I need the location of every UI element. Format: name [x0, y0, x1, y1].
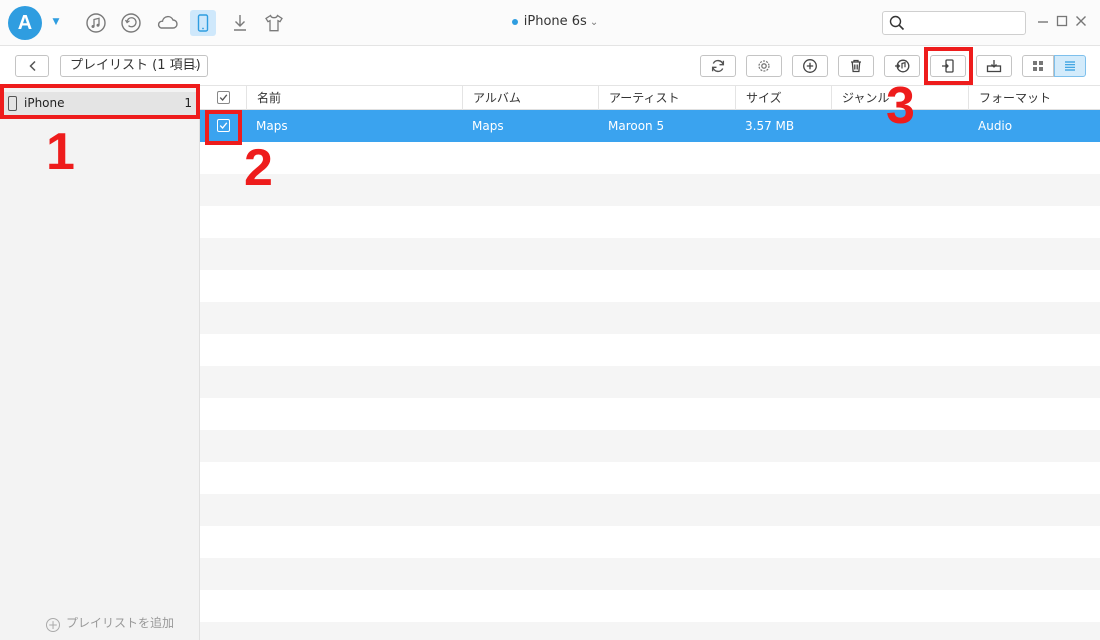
device-selector[interactable]: iPhone 6s ⌄ — [480, 14, 630, 29]
annotation-box-1 — [0, 84, 200, 119]
annotation-number-3: 3 — [886, 77, 915, 135]
to-computer-icon — [986, 60, 1002, 73]
device-connected-dot — [511, 18, 518, 25]
back-button[interactable] — [15, 55, 49, 77]
minimize-icon[interactable] — [1036, 14, 1050, 28]
select-all-checkbox[interactable] — [217, 91, 230, 104]
tshirt-icon[interactable] — [261, 10, 287, 36]
add-playlist-button[interactable]: + プレイリストを追加 — [46, 614, 174, 632]
music-icon[interactable] — [83, 10, 109, 36]
title-bar: A ▼ iPhone 6s ⌄ — [0, 0, 1100, 46]
cell-format: Audio — [978, 119, 1013, 133]
list-view-icon — [1065, 61, 1075, 71]
cell-size: 3.57 MB — [745, 119, 795, 133]
column-header-size[interactable]: サイズ — [735, 86, 831, 110]
grid-view-button[interactable] — [1022, 55, 1054, 77]
cloud-icon[interactable] — [154, 10, 180, 36]
table-header: 名前 アルバム アーティスト サイズ ジャンル フォーマット — [200, 86, 1100, 110]
close-icon[interactable] — [1074, 14, 1088, 28]
empty-row — [200, 462, 1100, 494]
add-playlist-label: プレイリストを追加 — [66, 616, 175, 630]
to-itunes-button[interactable] — [884, 55, 920, 77]
empty-row — [200, 366, 1100, 398]
column-header-artist[interactable]: アーティスト — [598, 86, 735, 110]
annotation-number-2: 2 — [244, 139, 273, 197]
sidebar: iPhone 1 + プレイリストを追加 — [0, 86, 200, 640]
annotation-box-2 — [205, 110, 242, 145]
app-window: A ▼ iPhone 6s ⌄ プレイリスト (1 項目) ⌄ iPhone 1… — [0, 0, 1100, 640]
empty-row — [200, 174, 1100, 206]
app-logo[interactable]: A — [8, 6, 42, 40]
empty-row — [200, 238, 1100, 270]
download-icon[interactable] — [227, 10, 253, 36]
empty-row — [200, 206, 1100, 238]
empty-row — [200, 526, 1100, 558]
list-view-button[interactable] — [1054, 55, 1086, 77]
logo-dropdown-icon[interactable]: ▼ — [48, 14, 64, 30]
add-icon — [803, 59, 817, 73]
empty-row — [200, 142, 1100, 174]
song-table: 名前 アルバム アーティスト サイズ ジャンル フォーマット Maps Maps… — [200, 86, 1100, 640]
column-header-format[interactable]: フォーマット — [968, 86, 1100, 110]
delete-icon — [851, 59, 861, 73]
checkmark-icon — [219, 94, 228, 101]
phone-icon[interactable] — [190, 10, 216, 36]
cell-genre — [831, 110, 841, 142]
to-computer-button[interactable] — [976, 55, 1012, 77]
empty-row — [200, 558, 1100, 590]
restore-icon[interactable] — [118, 10, 144, 36]
playlist-dropdown-label: プレイリスト (1 項目) — [70, 58, 201, 73]
empty-row — [200, 270, 1100, 302]
search-icon — [889, 15, 905, 31]
table-row[interactable]: Maps Maps Maroon 5 3.57 MB Audio — [200, 110, 1100, 142]
maximize-icon[interactable] — [1055, 14, 1069, 28]
to-itunes-icon — [895, 59, 910, 73]
annotation-box-3 — [924, 47, 973, 85]
refresh-button[interactable] — [700, 55, 736, 77]
select-all-cell — [200, 86, 246, 110]
empty-row — [200, 494, 1100, 526]
search-input[interactable] — [909, 15, 1021, 31]
cell-name: Maps — [256, 119, 288, 133]
empty-row — [200, 302, 1100, 334]
settings-icon — [758, 60, 770, 72]
empty-row — [200, 430, 1100, 462]
refresh-icon — [711, 59, 725, 73]
playlist-dropdown[interactable]: プレイリスト (1 項目) ⌄ — [60, 55, 208, 77]
grid-view-icon — [1033, 61, 1043, 71]
empty-row — [200, 334, 1100, 366]
search-box[interactable] — [882, 11, 1026, 35]
annotation-number-1: 1 — [46, 123, 75, 181]
empty-row — [200, 622, 1100, 640]
cell-artist: Maroon 5 — [608, 119, 665, 133]
chevron-down-icon: ⌄ — [589, 17, 599, 28]
delete-button[interactable] — [838, 55, 874, 77]
chevron-down-icon: ⌄ — [191, 61, 199, 71]
add-button[interactable] — [792, 55, 828, 77]
empty-row — [200, 398, 1100, 430]
column-header-name[interactable]: 名前 — [246, 86, 462, 110]
settings-button[interactable] — [746, 55, 782, 77]
cell-album: Maps — [472, 119, 504, 133]
device-name: iPhone 6s — [523, 14, 587, 29]
empty-row — [200, 590, 1100, 622]
add-icon: + — [46, 618, 60, 632]
column-header-album[interactable]: アルバム — [462, 86, 598, 110]
chevron-left-icon — [29, 60, 36, 72]
